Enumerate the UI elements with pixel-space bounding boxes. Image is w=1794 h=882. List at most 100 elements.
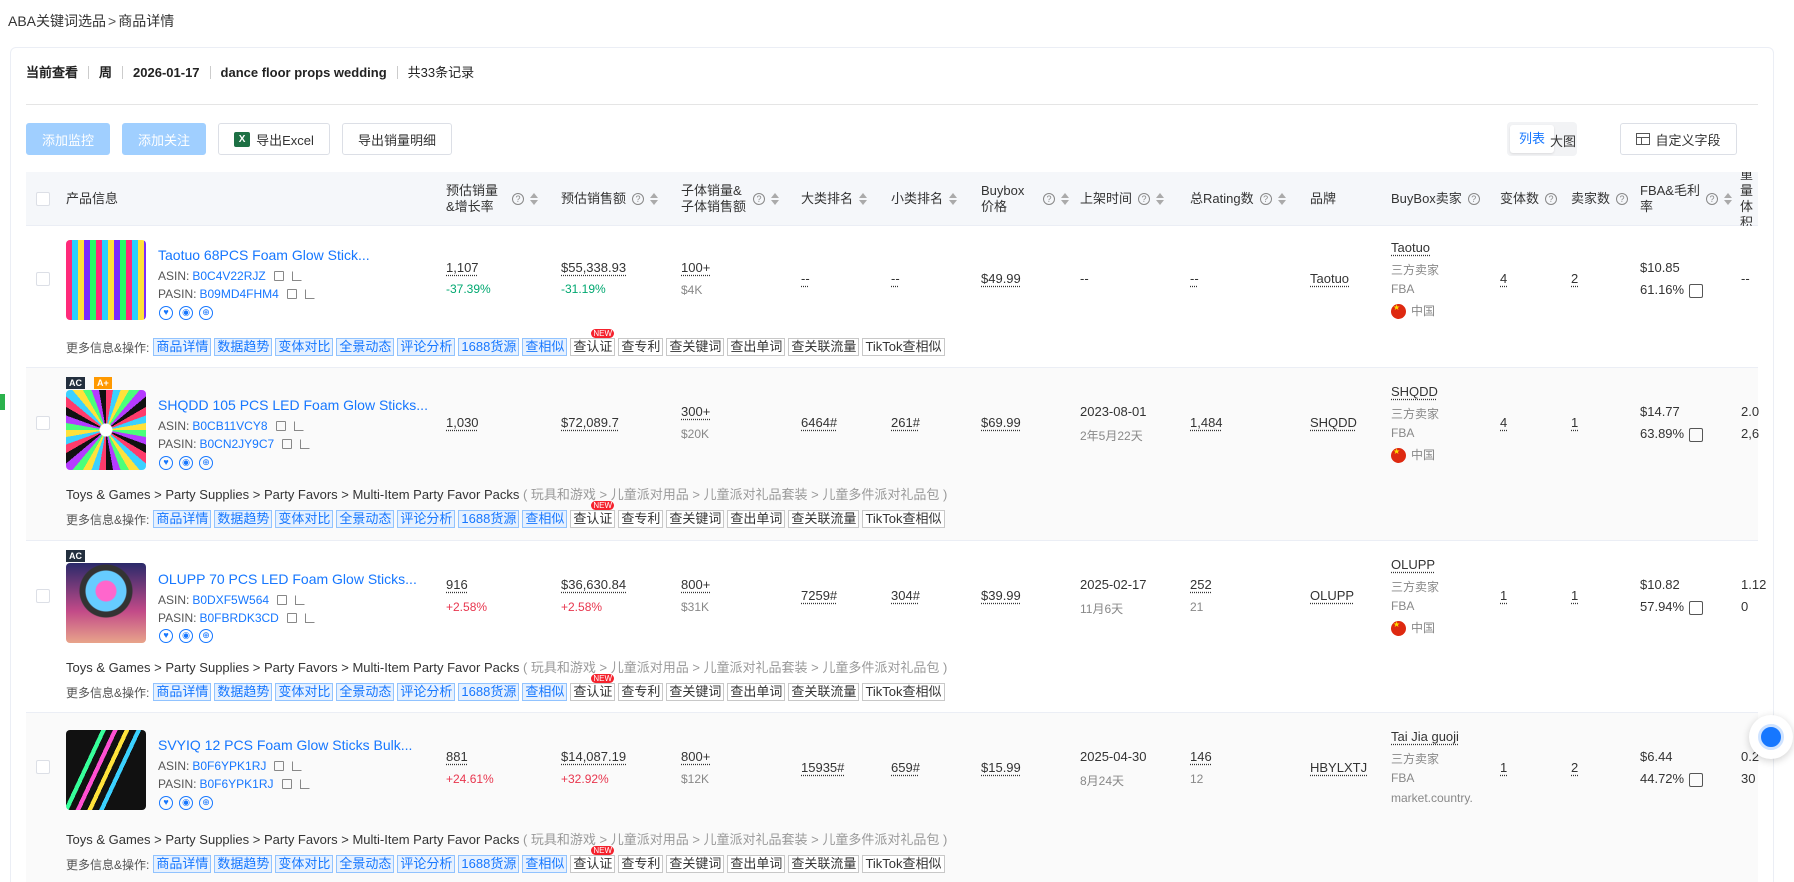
- sort-icon[interactable]: [1061, 193, 1069, 205]
- op-panorama[interactable]: 全景动态: [336, 683, 395, 701]
- brand[interactable]: HBYLXTJ: [1310, 760, 1367, 775]
- col-buybox-price[interactable]: Buybox价格?: [981, 172, 1069, 226]
- op-variant-compare[interactable]: 变体对比: [275, 683, 334, 701]
- op-variant-compare[interactable]: 变体对比: [275, 855, 334, 873]
- calculator-icon[interactable]: [1689, 427, 1704, 442]
- product-title[interactable]: OLUPP 70 PCS LED Foam Glow Sticks...: [158, 571, 417, 587]
- side-tab[interactable]: [0, 394, 5, 410]
- variant-count[interactable]: 1: [1500, 760, 1507, 775]
- product-title[interactable]: SVYIQ 12 PCS Foam Glow Sticks Bulk...: [158, 737, 412, 753]
- est-sales[interactable]: 1,030: [446, 415, 479, 430]
- op-review-analysis[interactable]: 评论分析: [397, 510, 456, 528]
- sort-icon[interactable]: [949, 193, 958, 205]
- external-link-icon[interactable]: [304, 613, 315, 623]
- op-keywords[interactable]: 查关键词: [666, 683, 725, 701]
- op-related-traffic[interactable]: 查关联流量: [788, 855, 860, 873]
- op-panorama[interactable]: 全景动态: [336, 855, 395, 873]
- row-checkbox[interactable]: [36, 760, 50, 774]
- op-review-analysis[interactable]: 评论分析: [397, 338, 456, 356]
- asin-link[interactable]: B0DXF5W564: [192, 593, 269, 607]
- col-child-sales[interactable]: 子体销量&子体销售额?: [681, 172, 779, 226]
- monitor-icon[interactable]: ◉: [179, 629, 193, 643]
- op-data-trend[interactable]: 数据趋势: [214, 510, 273, 528]
- op-related-traffic[interactable]: 查关联流量: [788, 683, 860, 701]
- seller-count[interactable]: 1: [1571, 415, 1578, 430]
- op-review-analysis[interactable]: 评论分析: [397, 683, 456, 701]
- help-icon[interactable]: ?: [632, 193, 645, 205]
- est-revenue[interactable]: $14,087.19: [561, 749, 626, 764]
- op-product-detail[interactable]: 商品详情: [153, 338, 212, 356]
- buybox-price[interactable]: $49.99: [981, 271, 1021, 286]
- sort-icon[interactable]: [771, 193, 779, 205]
- op-related-traffic[interactable]: 查关联流量: [788, 510, 860, 528]
- buybox-seller[interactable]: Taotuo: [1391, 240, 1430, 255]
- asin-link[interactable]: B0C4V22RJZ: [192, 269, 265, 283]
- help-icon[interactable]: ?: [1706, 193, 1718, 205]
- compare-icon[interactable]: ⊕: [199, 306, 213, 320]
- heart-icon[interactable]: ♥: [159, 306, 173, 320]
- help-icon[interactable]: ?: [1545, 193, 1558, 205]
- est-sales[interactable]: 1,107: [446, 260, 479, 275]
- help-icon[interactable]: ?: [1467, 193, 1480, 205]
- op-keywords[interactable]: 查关键词: [666, 510, 725, 528]
- pasin-link[interactable]: B0F6YPK1RJ: [199, 777, 273, 791]
- product-image[interactable]: [66, 563, 146, 643]
- copy-icon[interactable]: [282, 439, 293, 449]
- col-bsr-main[interactable]: 大类排名: [801, 172, 868, 226]
- variant-count[interactable]: 4: [1500, 415, 1507, 430]
- col-bsr-sub[interactable]: 小类排名: [891, 172, 958, 226]
- est-revenue[interactable]: $55,338.93: [561, 260, 626, 275]
- op-tiktok-similar[interactable]: TikTok查相似: [862, 855, 945, 873]
- rating-count[interactable]: --: [1190, 271, 1199, 286]
- monitor-icon[interactable]: ◉: [179, 306, 193, 320]
- product-image[interactable]: [66, 730, 146, 810]
- sort-icon[interactable]: [650, 193, 659, 205]
- pasin-link[interactable]: B0FBRDK3CD: [199, 611, 278, 625]
- op-1688-source[interactable]: 1688货源: [458, 338, 520, 356]
- op-order-words[interactable]: 查出单词: [727, 338, 786, 356]
- sort-icon[interactable]: [1724, 193, 1732, 205]
- external-link-icon[interactable]: [292, 761, 303, 771]
- help-icon[interactable]: ?: [1138, 193, 1151, 205]
- op-1688-source[interactable]: 1688货源: [458, 855, 520, 873]
- pasin-link[interactable]: B09MD4FHM4: [199, 287, 278, 301]
- buybox-price[interactable]: $15.99: [981, 760, 1021, 775]
- sort-icon[interactable]: [1277, 193, 1286, 205]
- copy-icon[interactable]: [273, 271, 284, 281]
- est-sales[interactable]: 916: [446, 577, 468, 592]
- copy-icon[interactable]: [275, 421, 286, 431]
- op-certification[interactable]: 查认证 NEW: [570, 329, 616, 356]
- bsr-sub[interactable]: 304#: [891, 588, 920, 603]
- bsr-sub[interactable]: --: [891, 271, 900, 286]
- op-tiktok-similar[interactable]: TikTok查相似: [862, 338, 945, 356]
- op-find-similar[interactable]: 查相似: [522, 683, 568, 701]
- bsr-sub[interactable]: 659#: [891, 760, 920, 775]
- customer-service-button[interactable]: [1749, 715, 1793, 759]
- op-panorama[interactable]: 全景动态: [336, 338, 395, 356]
- child-sales[interactable]: 800+: [681, 749, 710, 764]
- bsr-main[interactable]: 7259#: [801, 588, 837, 603]
- seller-count[interactable]: 1: [1571, 588, 1578, 603]
- bsr-main[interactable]: 15935#: [801, 760, 844, 775]
- op-find-similar[interactable]: 查相似: [522, 510, 568, 528]
- product-title[interactable]: Taotuo 68PCS Foam Glow Stick...: [158, 247, 370, 263]
- op-tiktok-similar[interactable]: TikTok查相似: [862, 683, 945, 701]
- compare-icon[interactable]: ⊕: [199, 456, 213, 470]
- copy-icon[interactable]: [281, 779, 292, 789]
- sort-icon[interactable]: [859, 193, 868, 205]
- external-link-icon[interactable]: [304, 289, 315, 299]
- op-order-words[interactable]: 查出单词: [727, 683, 786, 701]
- sort-icon[interactable]: [530, 193, 538, 205]
- op-certification[interactable]: 查认证 NEW: [570, 846, 616, 873]
- op-patent[interactable]: 查专利: [618, 510, 664, 528]
- calculator-icon[interactable]: [1689, 772, 1704, 787]
- add-monitor-button[interactable]: 添加监控: [26, 123, 110, 155]
- variant-count[interactable]: 1: [1500, 588, 1507, 603]
- op-data-trend[interactable]: 数据趋势: [214, 855, 273, 873]
- est-revenue[interactable]: $36,630.84: [561, 577, 626, 592]
- op-data-trend[interactable]: 数据趋势: [214, 338, 273, 356]
- export-excel-button[interactable]: X 导出Excel: [218, 123, 330, 155]
- asin-link[interactable]: B0F6YPK1RJ: [192, 759, 266, 773]
- add-follow-button[interactable]: 添加关注: [122, 123, 206, 155]
- op-data-trend[interactable]: 数据趋势: [214, 683, 273, 701]
